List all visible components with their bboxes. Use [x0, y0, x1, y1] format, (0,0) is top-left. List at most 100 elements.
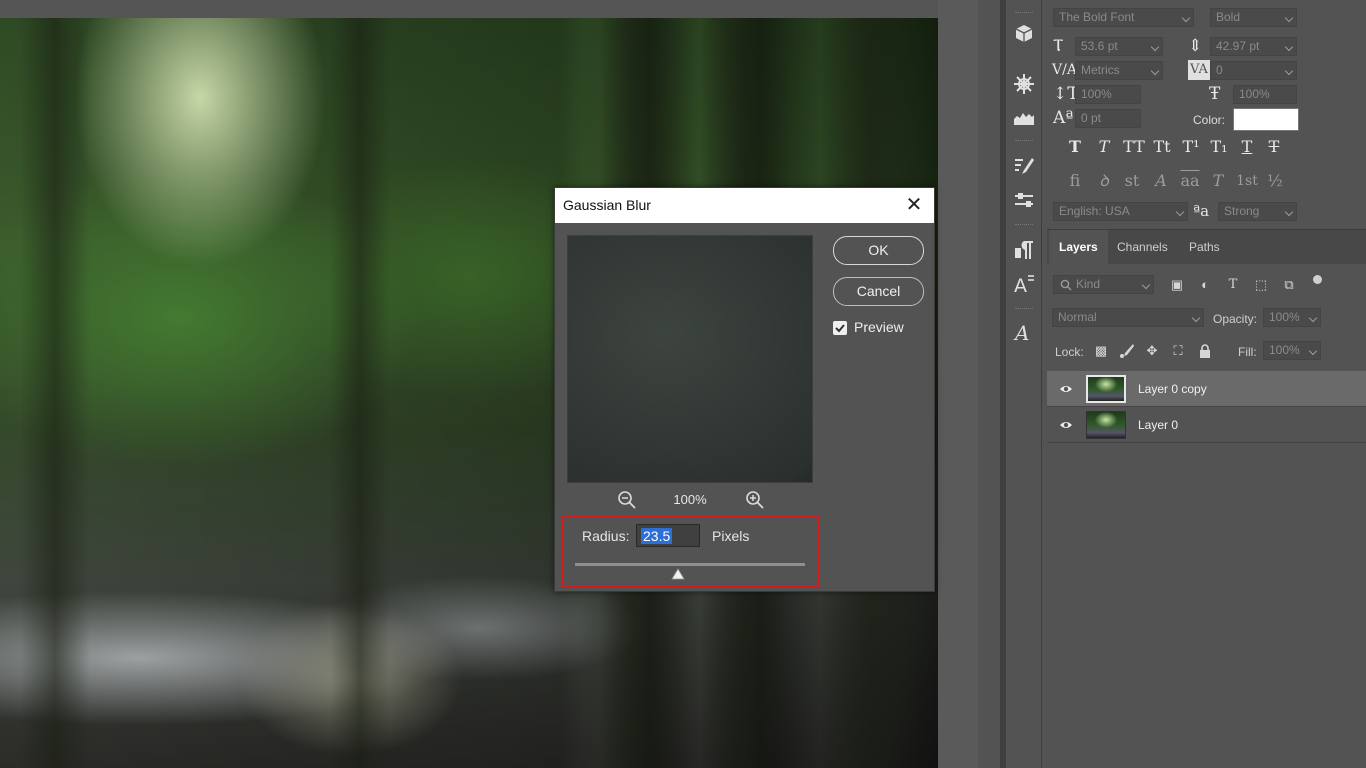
ligatures-button[interactable]: fi — [1063, 171, 1087, 191]
grip-handle[interactable] — [1015, 140, 1033, 142]
blend-mode-select[interactable]: Normal — [1052, 308, 1204, 327]
lock-label: Lock: — [1055, 345, 1084, 359]
canvas-pasteboard — [938, 0, 978, 768]
character-icon[interactable]: A — [1012, 272, 1036, 296]
fill-field[interactable]: 100% — [1263, 341, 1321, 360]
close-icon[interactable]: ✕ — [902, 194, 926, 218]
swash-button[interactable]: A — [1149, 171, 1173, 191]
tracking-field[interactable]: 0 — [1210, 61, 1297, 80]
layer-row[interactable]: Layer 0 copy — [1047, 371, 1366, 407]
faux-italic-button[interactable]: T — [1092, 137, 1116, 157]
search-icon — [1060, 279, 1072, 291]
adjustments-sliders-icon[interactable] — [1012, 188, 1036, 212]
fractions-button[interactable]: ½ — [1263, 171, 1287, 191]
zoom-level: 100% — [673, 492, 707, 507]
paragraph-icon[interactable] — [1012, 238, 1036, 262]
titling-alternates-button[interactable]: T — [1206, 171, 1230, 191]
zoom-in-icon[interactable] — [745, 490, 765, 510]
kerning-icon: V/A — [1052, 62, 1077, 78]
opacity-field[interactable]: 100% — [1263, 308, 1321, 327]
stylistic-alternates-button[interactable]: aa — [1178, 171, 1202, 191]
lock-position-icon[interactable]: ✥ — [1144, 343, 1160, 359]
adjustment-filter-icon[interactable]: ◐ — [1197, 277, 1213, 293]
character-panel: The Bold Font Bold Ⲧ 53.6 pt ⇕ 42.97 pt … — [1047, 0, 1366, 228]
antialias-select[interactable]: Strong — [1218, 202, 1297, 221]
dialog-title: Gaussian Blur — [563, 197, 651, 213]
panel-icon-strip: A A — [1006, 0, 1042, 768]
antialias-icon: ªa — [1193, 202, 1210, 220]
radius-slider-track[interactable] — [575, 563, 805, 566]
strikethrough-button[interactable]: T — [1262, 137, 1286, 157]
horizontal-scale-field[interactable]: 100% — [1233, 85, 1297, 104]
faux-bold-button[interactable]: T — [1063, 137, 1087, 157]
leading-icon: ⇕ — [1188, 36, 1203, 56]
layers-toolbar: Kind ▣ ◐ T ⬚ ⧉ Normal Opacity: 100% Lock… — [1047, 264, 1366, 374]
shape-filter-icon[interactable]: ⬚ — [1253, 277, 1269, 293]
tab-layers[interactable]: Layers — [1049, 230, 1108, 264]
old-style-button[interactable]: ꝺ — [1092, 171, 1116, 191]
grip-handle[interactable] — [1015, 308, 1033, 310]
font-style-select[interactable]: Bold — [1210, 8, 1297, 27]
font-size-icon: Ⲧ — [1053, 36, 1064, 56]
grip-handle[interactable] — [1015, 12, 1033, 14]
preview-checkbox[interactable] — [833, 321, 847, 335]
filter-toggle-icon[interactable] — [1313, 275, 1322, 284]
dialog-titlebar[interactable]: Gaussian Blur ✕ — [555, 188, 934, 223]
3d-cube-icon[interactable] — [1012, 22, 1036, 46]
tab-channels[interactable]: Channels — [1107, 230, 1178, 264]
preview-label[interactable]: Preview — [854, 319, 904, 335]
ok-button[interactable]: OK — [833, 236, 924, 265]
visibility-eye-icon[interactable] — [1059, 382, 1073, 396]
ordinals-button[interactable]: 1st — [1233, 171, 1261, 191]
glyphs-icon[interactable]: A — [1012, 320, 1036, 344]
panel-tabs: Layers Channels Paths — [1047, 230, 1366, 264]
layer-name[interactable]: Layer 0 — [1138, 418, 1178, 432]
radius-slider-thumb[interactable] — [671, 568, 685, 580]
lock-all-icon[interactable] — [1197, 343, 1213, 359]
layers-panel: Layers Channels Paths Kind ▣ ◐ T ⬚ ⧉ Nor… — [1047, 229, 1366, 768]
radius-label: Radius: — [582, 528, 630, 544]
canvas-pasteboard-edge — [978, 0, 1000, 768]
tree-trunk — [330, 18, 390, 768]
histogram-icon[interactable] — [1012, 105, 1036, 129]
filter-kind-label: Kind — [1076, 277, 1101, 291]
svg-text:A: A — [1014, 275, 1027, 296]
lock-artboard-icon[interactable]: ⛶ — [1170, 343, 1186, 359]
lock-transparency-icon[interactable]: ▩ — [1093, 343, 1109, 359]
text-color-swatch[interactable] — [1233, 108, 1299, 131]
layer-name[interactable]: Layer 0 copy — [1138, 382, 1207, 396]
gaussian-blur-dialog: Gaussian Blur ✕ 100% OK Cancel Preview R… — [554, 187, 935, 592]
tree-trunk — [20, 18, 90, 768]
discretionary-ligatures-button[interactable]: st — [1120, 171, 1144, 191]
subscript-button[interactable]: T₁ — [1207, 137, 1231, 157]
font-family-select[interactable]: The Bold Font — [1053, 8, 1194, 27]
leading-field[interactable]: 42.97 pt — [1210, 37, 1297, 56]
radius-input[interactable]: 23.5 — [636, 524, 700, 547]
canvas-top-strip — [0, 0, 1000, 18]
layer-row[interactable]: Layer 0 — [1047, 407, 1366, 443]
smart-object-filter-icon[interactable]: ⧉ — [1281, 277, 1297, 293]
baseline-shift-field[interactable]: 0 pt — [1075, 109, 1141, 128]
underline-button[interactable]: T — [1235, 137, 1259, 157]
brush-settings-icon[interactable] — [1012, 154, 1036, 178]
vertical-scale-field[interactable]: 100% — [1075, 85, 1141, 104]
tracking-icon: VA — [1188, 60, 1210, 80]
font-size-field[interactable]: 53.6 pt — [1075, 37, 1163, 56]
superscript-button[interactable]: T¹ — [1179, 137, 1203, 157]
type-filter-icon[interactable]: T — [1225, 277, 1241, 293]
zoom-out-icon[interactable] — [617, 490, 637, 510]
all-caps-button[interactable]: TT — [1120, 137, 1148, 157]
navigator-wheel-icon[interactable] — [1012, 72, 1036, 96]
svg-text:A: A — [1013, 321, 1029, 344]
tab-paths[interactable]: Paths — [1179, 230, 1230, 264]
language-select[interactable]: English: USA — [1053, 202, 1188, 221]
cancel-button[interactable]: Cancel — [833, 277, 924, 306]
small-caps-button[interactable]: Tt — [1150, 137, 1174, 157]
grip-handle[interactable] — [1015, 224, 1033, 226]
filter-preview-pane[interactable] — [567, 235, 813, 483]
image-filter-icon[interactable]: ▣ — [1169, 277, 1185, 293]
lock-paint-brush-icon[interactable] — [1119, 343, 1135, 359]
radius-unit-label: Pixels — [712, 528, 750, 544]
visibility-eye-icon[interactable] — [1059, 418, 1073, 432]
kerning-field[interactable]: Metrics — [1075, 61, 1163, 80]
